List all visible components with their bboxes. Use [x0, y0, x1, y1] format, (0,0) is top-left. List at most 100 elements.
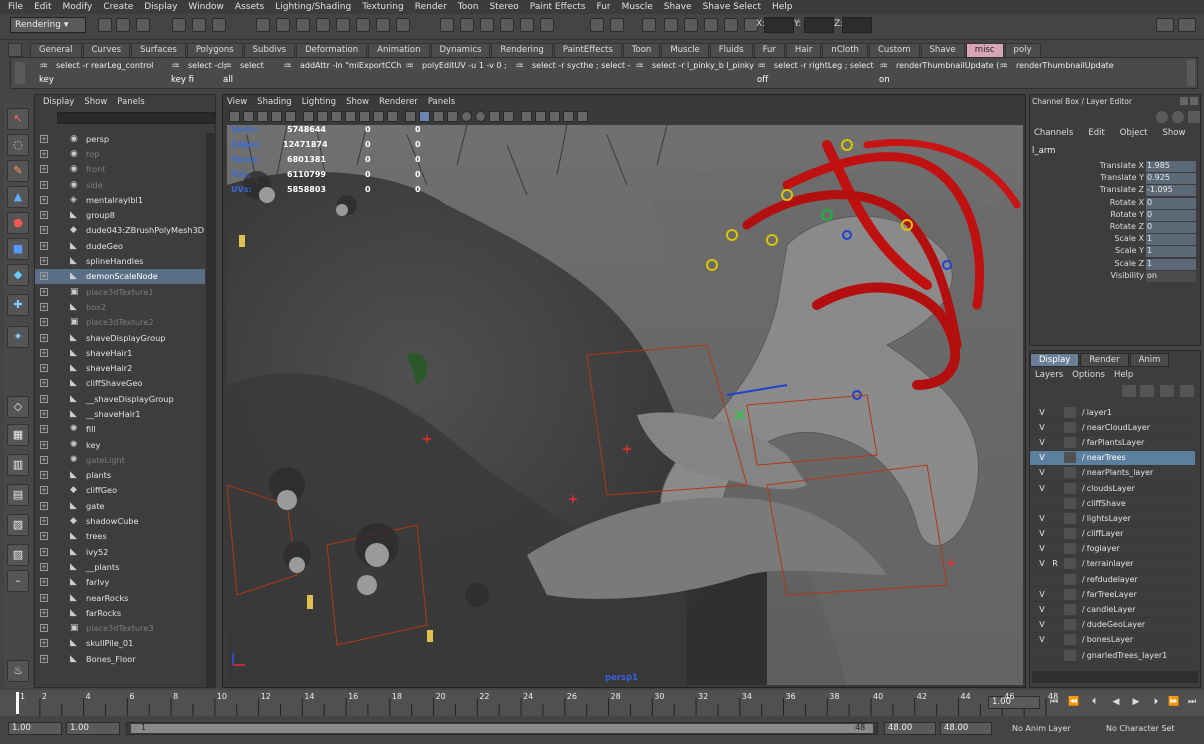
menu-paint-effects[interactable]: Paint Effects: [530, 2, 586, 12]
attribute-value-field[interactable]: on: [1146, 270, 1196, 282]
layer-menu-layers[interactable]: Layers: [1035, 370, 1063, 380]
z-field[interactable]: [842, 17, 872, 33]
script-layout-icon[interactable]: –: [7, 570, 29, 592]
channel-attribute[interactable]: Rotate Y0: [1030, 209, 1198, 222]
outliner-item[interactable]: + ◉ top: [35, 146, 205, 161]
layer-color-swatch[interactable]: [1064, 619, 1076, 631]
four-pane-icon[interactable]: ▦: [7, 424, 29, 446]
expand-icon[interactable]: +: [40, 578, 48, 587]
channel-attribute[interactable]: Rotate X0: [1030, 197, 1198, 210]
outliner-item[interactable]: + ▣ place3dTexture1: [35, 284, 205, 299]
expand-icon[interactable]: +: [40, 593, 48, 602]
shelf-tab-surfaces[interactable]: Surfaces: [131, 43, 186, 57]
outliner-item[interactable]: + ▣ place3dTexture3: [35, 621, 205, 636]
layer-row[interactable]: V / nearPlants_layer: [1030, 466, 1195, 481]
channel-box-icon[interactable]: [724, 18, 738, 32]
expand-icon[interactable]: +: [40, 486, 48, 495]
render-settings-icon[interactable]: [480, 18, 494, 32]
shelf-tab-rendering[interactable]: Rendering: [491, 43, 553, 57]
channel-box-close-icon[interactable]: [1190, 97, 1198, 105]
outliner-menu-display[interactable]: Display: [43, 97, 74, 107]
expand-icon[interactable]: +: [40, 149, 48, 158]
layer-visibility-toggle[interactable]: V: [1035, 544, 1049, 553]
layer-scrollbar[interactable]: [1032, 671, 1198, 683]
antialias-icon[interactable]: [563, 111, 574, 122]
menu-lighting-shading[interactable]: Lighting/Shading: [275, 2, 351, 12]
snap-point-icon[interactable]: [296, 18, 310, 32]
step-back-key-icon[interactable]: ⏴: [1088, 697, 1100, 709]
channel-attribute[interactable]: Translate X 1.985: [1030, 161, 1198, 173]
expand-icon[interactable]: +: [40, 425, 48, 434]
layer-visibility-toggle[interactable]: V: [1035, 635, 1049, 644]
menu-edit[interactable]: Edit: [34, 2, 51, 12]
layer-row[interactable]: V / foglayer: [1030, 542, 1195, 557]
xray-icon[interactable]: [489, 111, 500, 122]
expand-icon[interactable]: +: [40, 211, 48, 220]
safe-title-icon[interactable]: [387, 111, 398, 122]
expand-icon[interactable]: +: [40, 562, 48, 571]
menu-create[interactable]: Create: [103, 2, 133, 12]
layer-tab-render[interactable]: Render: [1080, 353, 1129, 367]
expand-icon[interactable]: +: [40, 409, 48, 418]
layer-visibility-toggle[interactable]: V: [1035, 605, 1049, 614]
viewport-menu-renderer[interactable]: Renderer: [379, 97, 418, 107]
render-frame-icon[interactable]: [376, 18, 390, 32]
layer-row[interactable]: / cliffShave: [1030, 496, 1195, 512]
layout-toggle-icon[interactable]: [1156, 18, 1174, 32]
dof-icon[interactable]: [577, 111, 588, 122]
step-forward-key-icon[interactable]: ⏵: [1150, 697, 1162, 709]
snap-plane-icon[interactable]: [316, 18, 330, 32]
expand-icon[interactable]: +: [40, 165, 48, 174]
layer-color-swatch[interactable]: [1064, 604, 1076, 616]
outliner-filter-field[interactable]: [57, 112, 215, 124]
step-back-icon[interactable]: ⏪: [1068, 697, 1080, 709]
range-handle[interactable]: [131, 724, 873, 733]
outliner-item[interactable]: + ◣ splineHandles: [35, 253, 205, 268]
layer-color-swatch[interactable]: [1064, 649, 1076, 661]
layer-visibility-toggle[interactable]: V: [1035, 529, 1049, 538]
snap-grid-icon[interactable]: [256, 18, 270, 32]
menu-fur[interactable]: Fur: [597, 2, 611, 12]
shelf-scroll-icon[interactable]: [1187, 60, 1195, 86]
layer-menu-help[interactable]: Help: [1114, 370, 1133, 380]
layer-color-swatch[interactable]: [1064, 528, 1076, 540]
expand-icon[interactable]: +: [40, 455, 48, 464]
step-forward-icon[interactable]: ⏩: [1168, 697, 1180, 709]
menu-stereo[interactable]: Stereo: [489, 2, 518, 12]
menu-assets[interactable]: Assets: [235, 2, 264, 12]
menu-display[interactable]: Display: [144, 2, 177, 12]
expand-icon[interactable]: +: [40, 318, 48, 327]
viewport-menu-view[interactable]: View: [227, 97, 247, 107]
layer-visibility-toggle[interactable]: V: [1035, 514, 1049, 523]
menu-file[interactable]: File: [8, 2, 23, 12]
select-camera-icon[interactable]: [229, 111, 240, 122]
last-tool-icon[interactable]: ✦: [7, 326, 29, 348]
layer-color-swatch[interactable]: [1064, 482, 1076, 494]
layer-tab-anim[interactable]: Anim: [1129, 353, 1170, 367]
tool-mode-icon[interactable]: [1188, 111, 1200, 123]
outliner-item[interactable]: + ◣ demonScaleNode: [35, 268, 205, 284]
hq-render-icon[interactable]: [521, 111, 532, 122]
shelf-button[interactable]: ♒ select -r sycthe ; select -: [515, 61, 630, 87]
shelf-tab-fur[interactable]: Fur: [753, 43, 785, 57]
menu-shave-select[interactable]: Shave Select: [703, 2, 761, 12]
outliner-item[interactable]: + ◣ cliffShaveGeo: [35, 376, 205, 391]
channel-attribute[interactable]: Scale X1: [1030, 234, 1198, 246]
layer-visibility-toggle[interactable]: V: [1035, 484, 1049, 493]
playback-start-field[interactable]: 1.00: [66, 722, 120, 735]
ssao-icon[interactable]: [535, 111, 546, 122]
select-hierarchy-icon[interactable]: [172, 18, 186, 32]
shelf-grip-icon[interactable]: [15, 62, 25, 84]
viewport-menu-shading[interactable]: Shading: [257, 97, 292, 107]
wireframe-on-shaded-icon[interactable]: [433, 111, 444, 122]
outliner-menu-panels[interactable]: Panels: [117, 97, 144, 107]
shelf-tab-toon[interactable]: Toon: [622, 43, 661, 57]
isolate-icon[interactable]: [503, 111, 514, 122]
outliner-item[interactable]: + ◣ nearRocks: [35, 590, 205, 605]
layer-row[interactable]: V / lightsLayer: [1030, 511, 1195, 527]
shelf-tab-deformation[interactable]: Deformation: [296, 43, 368, 57]
shelf-tab-fluids[interactable]: Fluids: [709, 43, 753, 57]
ipr-render-icon[interactable]: [460, 18, 474, 32]
shelf-tab-hair[interactable]: Hair: [785, 43, 822, 57]
menu-modify[interactable]: Modify: [63, 2, 93, 12]
